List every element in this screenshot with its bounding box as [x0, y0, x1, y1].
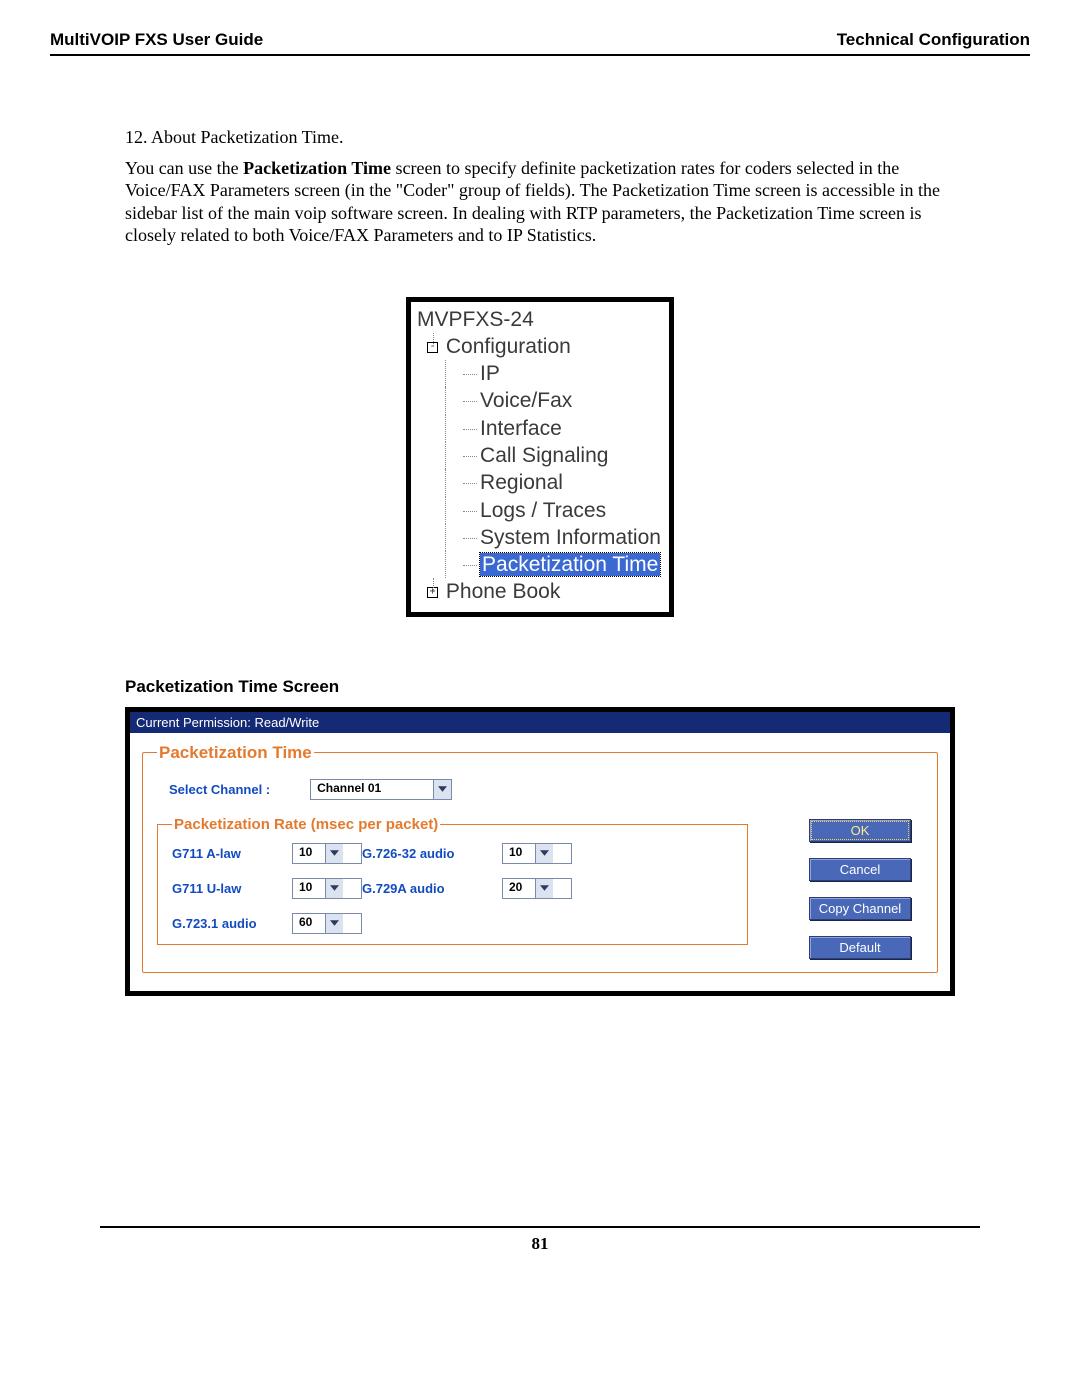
sidebar-tree-screenshot: MVPFXS-24 - Configuration IP Voice/Fax I…	[406, 297, 674, 617]
copy-channel-button[interactable]: Copy Channel	[809, 897, 911, 920]
legend-rate: Packetization Rate (msec per packet)	[172, 816, 440, 833]
label-g7231: G.723.1 audio	[172, 916, 292, 931]
select-channel-label: Select Channel :	[169, 782, 270, 797]
dropdown-g711a[interactable]: 10	[292, 843, 362, 864]
page-number: 81	[50, 1228, 1030, 1274]
tree-item-interface: Interface	[480, 417, 562, 440]
default-button[interactable]: Default	[809, 936, 911, 959]
ok-button[interactable]: OK	[809, 819, 911, 842]
tree-phonebook: Phone Book	[446, 580, 560, 603]
para-pre: You can use the	[125, 158, 243, 178]
page-header: MultiVOIP FXS User Guide Technical Confi…	[50, 30, 1030, 56]
list-title: About Packetization Time.	[151, 127, 344, 147]
section-heading: Packetization Time Screen	[125, 677, 955, 697]
permission-bar: Current Permission: Read/Write	[130, 712, 950, 733]
header-right: Technical Configuration	[837, 30, 1030, 50]
tree-item-regional: Regional	[480, 471, 563, 494]
label-g729a: G.729A audio	[362, 881, 502, 896]
dropdown-g72632[interactable]: 10	[502, 843, 572, 864]
tree-item-voicefax: Voice/Fax	[480, 389, 572, 412]
rate-grid: G711 A-law 10 G.726-32 audio 10 G711 U-l…	[172, 843, 733, 934]
label-g72632: G.726-32 audio	[362, 846, 502, 861]
chevron-down-icon	[433, 780, 451, 799]
cancel-button[interactable]: Cancel	[809, 858, 911, 881]
chevron-down-icon	[325, 844, 343, 863]
tree-configuration: Configuration	[446, 335, 571, 358]
tree-item-ip: IP	[480, 362, 500, 385]
select-channel-value: Channel 01	[311, 780, 433, 799]
list-number: 12.	[125, 127, 151, 147]
legend-packetization-time: Packetization Time	[157, 743, 314, 763]
chevron-down-icon	[535, 844, 553, 863]
dropdown-g729a[interactable]: 20	[502, 878, 572, 899]
dropdown-g7231[interactable]: 60	[292, 913, 362, 934]
dropdown-g711u[interactable]: 10	[292, 878, 362, 899]
chevron-down-icon	[325, 879, 343, 898]
label-g711a: G711 A-law	[172, 846, 292, 861]
tree-item-logs: Logs / Traces	[480, 499, 606, 522]
body-text: 12. About Packetization Time. You can us…	[125, 126, 955, 247]
tree-item-sysinfo: System Information	[480, 526, 661, 549]
header-left: MultiVOIP FXS User Guide	[50, 30, 263, 50]
expand-icon: +	[427, 587, 438, 598]
select-channel-dropdown[interactable]: Channel 01	[310, 779, 452, 800]
chevron-down-icon	[535, 879, 553, 898]
packetization-dialog: Current Permission: Read/Write Packetiza…	[125, 707, 955, 996]
tree-item-callsignaling: Call Signaling	[480, 444, 608, 467]
tree-item-packetization-selected: Packetization Time	[480, 553, 660, 576]
tree-root: MVPFXS-24	[415, 306, 661, 333]
collapse-icon: -	[427, 342, 438, 353]
label-g711u: G711 U-law	[172, 881, 292, 896]
chevron-down-icon	[325, 914, 343, 933]
para-bold: Packetization Time	[243, 158, 391, 178]
